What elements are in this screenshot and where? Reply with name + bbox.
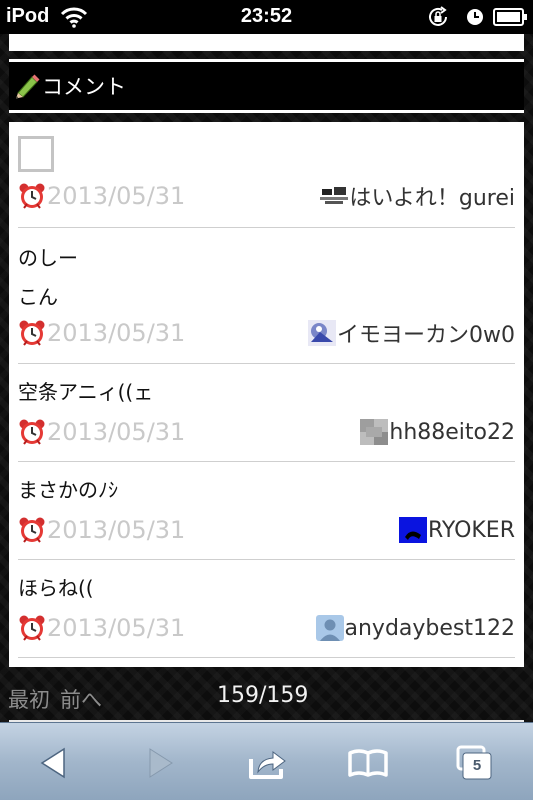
comment-date: 2013/05/31: [47, 319, 186, 347]
section-title: コメント: [42, 75, 126, 99]
user-avatar: [320, 183, 349, 209]
comment-meta: 2013/05/31 RYOKER: [18, 514, 515, 546]
rotation-lock-icon: [429, 6, 447, 26]
comment-text: こん: [18, 285, 58, 309]
forward-icon[interactable]: [138, 741, 182, 785]
comment-item: 空条アニィ((ェ 2013/05/31 hh88eito22: [18, 364, 515, 462]
comment-checkbox[interactable]: [18, 136, 54, 172]
comment-meta: 2013/05/31 イモヨーカン0w0: [18, 317, 515, 349]
back-icon[interactable]: [32, 741, 76, 785]
comment-date: 2013/05/31: [47, 182, 186, 210]
comment-text: 空条アニィ((ェ: [18, 380, 154, 404]
pencil-icon: [16, 74, 40, 99]
user-avatar: [360, 419, 389, 445]
bookmarks-icon[interactable]: [346, 741, 390, 785]
comment-date: 2013/05/31: [47, 614, 186, 642]
user-avatar: [315, 615, 344, 641]
comment-user[interactable]: RYOKER: [398, 517, 515, 543]
divider: [9, 110, 524, 113]
comment-username: はいよれ！gurei: [349, 186, 515, 211]
alarm-clock-icon: [19, 320, 45, 346]
comment-user[interactable]: hh88eito22: [360, 419, 515, 445]
status-time: 23:52: [240, 5, 293, 27]
comment-item: まさかのﾉｼ 2013/05/31 RYOKER: [18, 462, 515, 560]
user-avatar: [398, 517, 427, 543]
comment-section-header: コメント: [9, 62, 524, 110]
share-icon[interactable]: [245, 741, 289, 785]
tab-count: 5: [472, 757, 482, 774]
prev-page-link[interactable]: 前へ: [60, 684, 102, 714]
user-avatar: [308, 320, 336, 346]
comment-item: ほらね(( 2013/05/31 anydaybest122: [18, 560, 515, 658]
battery-icon: [493, 8, 527, 26]
status-bar: iPod 23:52: [0, 0, 533, 34]
comment-user[interactable]: イモヨーカン0w0: [308, 317, 515, 349]
comment-user[interactable]: anydaybest122: [315, 615, 516, 641]
comment-meta: 2013/05/31 はいよれ！gurei: [18, 180, 515, 212]
comment-item: 2013/05/31 はいよれ！gurei: [18, 122, 515, 228]
alarm-clock-icon: [19, 517, 45, 543]
comment-username: イモヨーカン0w0: [337, 323, 515, 348]
comment-list: 2013/05/31 はいよれ！gurei のしー こん 2013/05/31 …: [9, 122, 524, 667]
alarm-clock-icon: [19, 419, 45, 445]
comment-text: ほらね((: [18, 576, 94, 600]
tabs-button[interactable]: 5: [452, 741, 496, 785]
comment-meta: 2013/05/31 anydaybest122: [18, 612, 515, 644]
comment-text: のしー: [18, 246, 78, 270]
comment-item: のしー こん 2013/05/31 イモヨーカン0w0: [18, 228, 515, 364]
comment-date: 2013/05/31: [47, 418, 186, 446]
comment-meta: 2013/05/31 hh88eito22: [18, 416, 515, 448]
comment-user[interactable]: はいよれ！gurei: [320, 180, 515, 212]
alarm-clock-icon: [467, 9, 483, 25]
browser-toolbar: 5: [0, 722, 533, 800]
comment-username: RYOKER: [427, 517, 515, 543]
alarm-clock-icon: [19, 615, 45, 641]
first-page-link[interactable]: 最初: [8, 684, 50, 714]
pager: 最初 前へ 159/159: [0, 672, 533, 720]
comment-text: まさかのﾉｼ: [18, 478, 118, 502]
alarm-clock-icon: [19, 183, 45, 209]
comment-username: anydaybest122: [344, 615, 516, 641]
comment-username: hh88eito22: [389, 419, 515, 445]
top-white-bar: [9, 34, 524, 51]
page-count: 159/159: [217, 683, 309, 708]
comment-date: 2013/05/31: [47, 516, 186, 544]
